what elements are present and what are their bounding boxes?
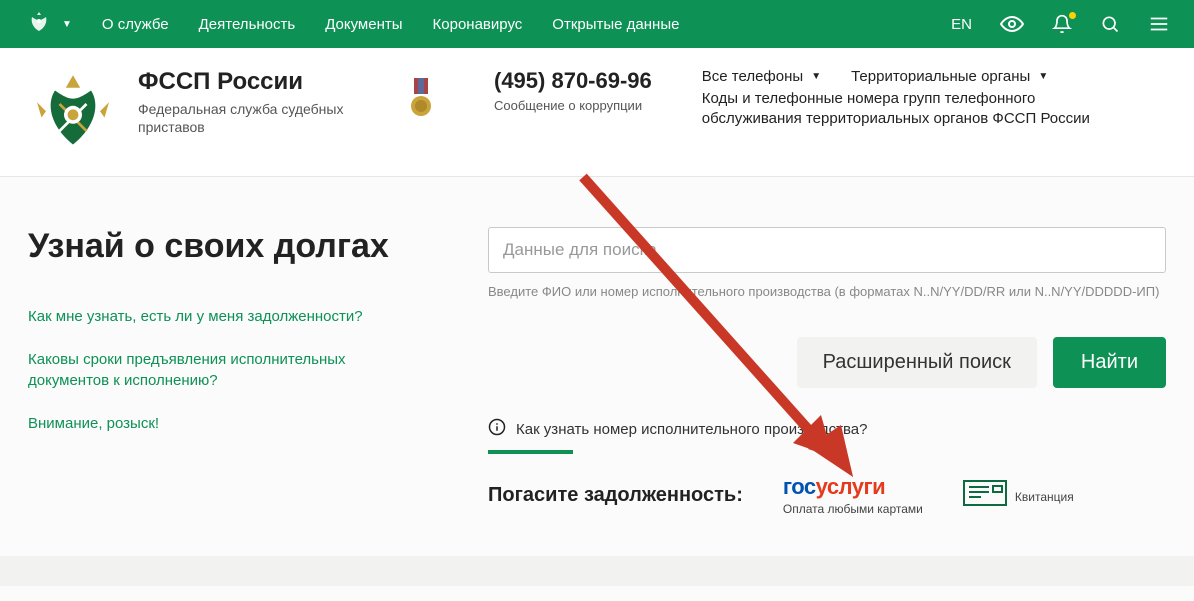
- pay-row: Погасите задолженность: госуслуги Оплата…: [488, 474, 1166, 516]
- bell-icon[interactable]: [1052, 14, 1072, 34]
- right-block-text: Коды и телефонные номера групп телефонно…: [702, 89, 1102, 130]
- emblem-icon: [24, 9, 54, 39]
- emblem-dropdown-icon[interactable]: ▼: [62, 19, 72, 30]
- mainbar: ФССП России Федеральная служба судебных …: [0, 48, 1194, 177]
- nav-documents[interactable]: Документы: [325, 16, 402, 33]
- annotation-arrow-icon: [553, 167, 933, 497]
- faq-link-wanted[interactable]: Внимание, розыск!: [28, 413, 408, 434]
- all-phones-dropdown[interactable]: Все телефоны ▼: [702, 68, 821, 85]
- agency-title-block: ФССП России Федеральная служба судебных …: [138, 68, 358, 136]
- find-button[interactable]: Найти: [1053, 337, 1166, 388]
- lang-switch[interactable]: EN: [951, 16, 972, 33]
- notification-dot-icon: [1069, 12, 1076, 19]
- accent-underline: [488, 450, 573, 454]
- agency-title: ФССП России: [138, 68, 358, 96]
- faq-link-debts[interactable]: Как мне узнать, есть ли у меня задолженн…: [28, 306, 408, 327]
- gosuslugi-link[interactable]: госуслуги Оплата любыми картами: [783, 474, 923, 516]
- advanced-search-button[interactable]: Расширенный поиск: [797, 337, 1037, 388]
- search-hint: Введите ФИО или номер исполнительного пр…: [488, 283, 1166, 301]
- content: Узнай о своих долгах Как мне узнать, ест…: [0, 177, 1194, 546]
- page-heading: Узнай о своих долгах: [28, 227, 448, 266]
- nav-activity[interactable]: Деятельность: [199, 16, 296, 33]
- territorial-dropdown[interactable]: Территориальные органы ▼: [851, 68, 1048, 85]
- agency-subtitle: Федеральная служба судебных приставов: [138, 100, 358, 136]
- receipt-link[interactable]: Квитанция: [963, 480, 1074, 511]
- medal-icon[interactable]: [408, 78, 434, 123]
- topbar: ▼ О службе Деятельность Документы Корона…: [0, 0, 1194, 48]
- eye-icon[interactable]: [1000, 12, 1024, 36]
- menu-icon[interactable]: [1148, 13, 1170, 35]
- footer-gap: [0, 556, 1194, 586]
- left-column: Узнай о своих долгах Как мне узнать, ест…: [28, 227, 448, 456]
- nav-opendata[interactable]: Открытые данные: [552, 16, 679, 33]
- nav-coronavirus[interactable]: Коронавирус: [433, 16, 523, 33]
- topbar-nav: О службе Деятельность Документы Коронави…: [102, 16, 951, 33]
- info-icon: [488, 418, 506, 440]
- phone-block: (495) 870-69-96 Сообщение о коррупции: [494, 68, 652, 113]
- chevron-down-icon: ▼: [811, 71, 821, 82]
- search-buttons: Расширенный поиск Найти: [488, 337, 1166, 388]
- receipt-icon: [963, 480, 1007, 511]
- howto-link[interactable]: Как узнать номер исполнительного произво…: [488, 418, 1166, 440]
- pay-title: Погасите задолженность:: [488, 484, 743, 507]
- right-block: Все телефоны ▼ Территориальные органы ▼ …: [702, 68, 1166, 130]
- topbar-right: EN: [951, 12, 1170, 36]
- search-input[interactable]: [488, 227, 1166, 273]
- faq-link-deadlines[interactable]: Каковы сроки предъявления исполнительных…: [28, 349, 408, 391]
- nav-about[interactable]: О службе: [102, 16, 169, 33]
- right-column: Введите ФИО или номер исполнительного пр…: [488, 227, 1166, 516]
- search-icon[interactable]: [1100, 14, 1120, 34]
- agency-emblem-icon: [28, 68, 118, 158]
- phone-subtitle: Сообщение о коррупции: [494, 98, 652, 113]
- phone-number[interactable]: (495) 870-69-96: [494, 68, 652, 94]
- chevron-down-icon: ▼: [1038, 71, 1048, 82]
